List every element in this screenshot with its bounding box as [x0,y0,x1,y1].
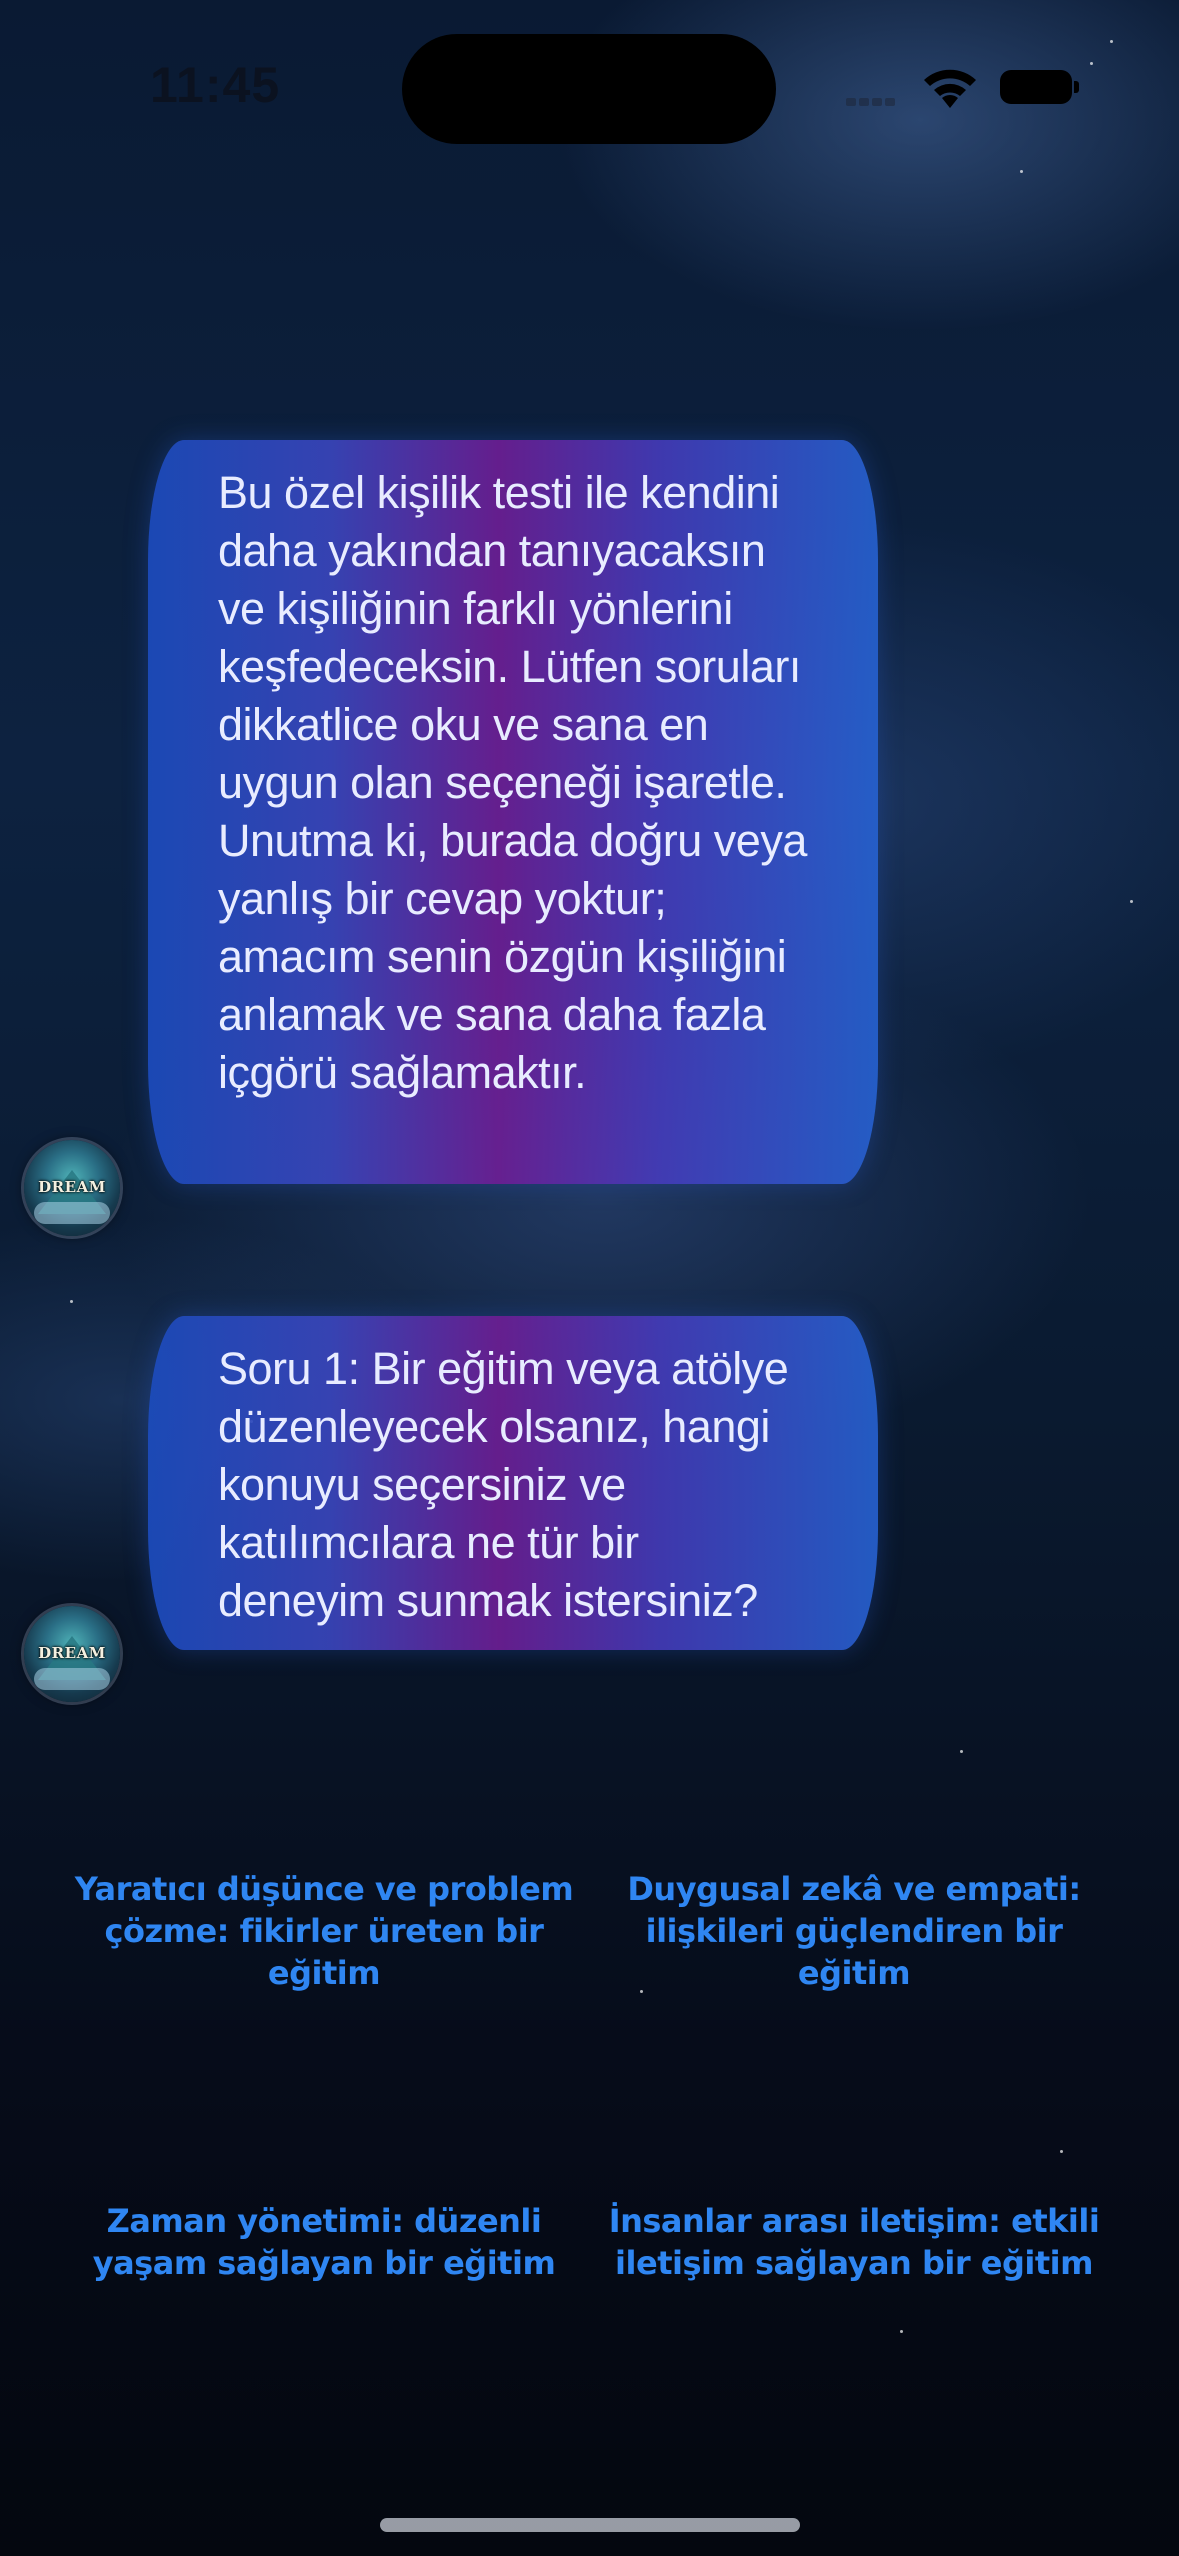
star-decoration [1110,40,1113,43]
wifi-icon [920,64,980,110]
answer-option-emotional-intelligence[interactable]: Duygusal zekâ ve empati: ilişkileri güçl… [594,1868,1114,1994]
answer-option-creative-thinking[interactable]: Yaratıcı düşünce ve problem çözme: fikir… [64,1868,584,1994]
signal-icon [846,88,902,106]
dream-avatar: DREAM [24,1140,120,1236]
chat-message-text: Bu özel kişilik testi ile kendini daha y… [218,467,807,1098]
chat-message-bubble: Bu özel kişilik testi ile kendini daha y… [148,440,878,1184]
star-decoration [1060,2150,1063,2153]
avatar-logo-text: DREAM [38,1178,106,1196]
star-decoration [1020,170,1023,173]
cloud-graphic [34,1668,110,1690]
dynamic-island [402,34,776,144]
star-decoration [960,1750,963,1753]
cloud-graphic [34,1202,110,1224]
star-decoration [1090,62,1093,65]
home-indicator[interactable] [380,2518,800,2532]
dream-avatar: DREAM [24,1606,120,1702]
answer-option-time-management[interactable]: Zaman yönetimi: düzenli yaşam sağlayan b… [64,2200,584,2284]
avatar-logo-text: DREAM [38,1644,106,1662]
answer-option-communication[interactable]: İnsanlar arası iletişim: etkili iletişim… [594,2200,1114,2284]
star-decoration [900,2330,903,2333]
chat-screen: 11:45 Bu özel kişilik testi ile kendini … [0,0,1179,2556]
star-decoration [70,1300,73,1303]
battery-icon [1000,70,1079,104]
question-bubble: Soru 1: Bir eğitim veya atölye düzenleye… [148,1316,878,1650]
status-bar-time: 11:45 [150,57,281,113]
star-decoration [1130,900,1133,903]
question-text: Soru 1: Bir eğitim veya atölye düzenleye… [218,1343,789,1626]
